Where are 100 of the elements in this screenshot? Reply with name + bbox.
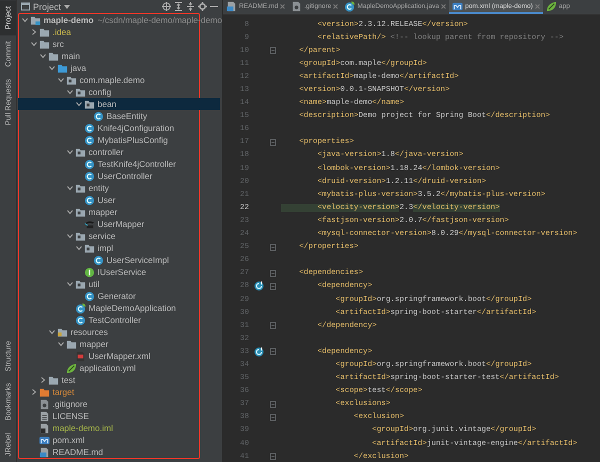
tree-row[interactable]: maple-demo.iml <box>18 422 220 434</box>
chevron-icon[interactable] <box>49 65 55 71</box>
tree-row[interactable]: util <box>18 278 220 290</box>
fold-marker-icon[interactable] <box>270 244 276 251</box>
tree-item-label: config <box>88 86 112 98</box>
class-icon <box>74 314 86 326</box>
class-icon <box>84 170 94 182</box>
tree-item-label: maple-demo.iml <box>52 422 113 434</box>
settings-icon[interactable] <box>198 2 207 11</box>
chevron-icon[interactable] <box>22 17 28 23</box>
tree-row[interactable]: pom.xml <box>18 434 220 446</box>
run-gutter-icon[interactable] <box>254 281 264 292</box>
class-icon <box>84 134 94 146</box>
fold-marker-icon[interactable] <box>270 138 276 146</box>
tree-row[interactable]: entity <box>18 182 220 194</box>
tree-row[interactable]: service <box>18 230 220 242</box>
chevron-icon[interactable] <box>31 389 37 395</box>
chevron-icon[interactable] <box>31 41 37 47</box>
tree-row[interactable]: mapper <box>18 206 220 218</box>
folder-icon <box>38 38 50 50</box>
tree-row[interactable]: UserController <box>18 170 220 182</box>
tree-row[interactable]: IUserService <box>18 266 220 278</box>
chevron-icon[interactable] <box>67 89 73 95</box>
maven-icon <box>38 434 50 446</box>
tree-row[interactable]: bean <box>18 98 220 110</box>
file-icon <box>38 410 50 422</box>
tree-item-label: target <box>52 386 74 398</box>
tree-item-label: UserController <box>98 170 152 182</box>
chevron-icon[interactable] <box>31 29 37 35</box>
tree-row[interactable]: .gitignore <box>18 398 220 410</box>
tree-row[interactable]: MybatisPlusConfig <box>18 134 220 146</box>
fold-marker-icon[interactable] <box>270 414 276 421</box>
tree-row[interactable]: java <box>18 62 220 74</box>
tree-row[interactable]: .idea <box>18 26 220 38</box>
collapse-all-icon[interactable] <box>186 2 195 11</box>
tree-item-label: Generator <box>98 290 136 302</box>
maven-icon <box>452 0 464 12</box>
fold-marker-icon[interactable] <box>270 400 276 408</box>
chevron-icon[interactable] <box>40 377 46 383</box>
fold-marker-icon[interactable] <box>270 348 276 356</box>
package-folder-icon <box>84 98 94 110</box>
chevron-icon[interactable] <box>67 281 73 287</box>
tree-row[interactable]: com.maple.demo <box>18 74 220 86</box>
chevron-icon[interactable] <box>67 185 73 191</box>
chevron-icon[interactable] <box>76 245 82 251</box>
fold-marker-icon[interactable] <box>270 270 276 277</box>
chevron-icon[interactable] <box>58 341 64 347</box>
tree-row[interactable]: UserServiceImpl <box>18 254 220 266</box>
caret-icon[interactable] <box>64 4 70 8</box>
tree-row[interactable]: Generator <box>18 290 220 302</box>
tree-row[interactable]: README.md <box>18 446 220 458</box>
markdown-file-icon <box>226 0 237 12</box>
chevron-icon[interactable] <box>49 329 55 335</box>
expand-all-icon[interactable] <box>174 2 183 11</box>
tree-item-label: UserMapper.xml <box>88 350 150 362</box>
chevron-icon[interactable] <box>58 77 64 83</box>
class-icon <box>84 194 94 206</box>
folder-icon <box>38 26 50 38</box>
tree-item-label: main <box>62 50 80 62</box>
tree-row[interactable]: UserMapper.xml <box>18 350 220 362</box>
chevron-icon[interactable] <box>67 209 73 215</box>
tree-row[interactable]: src <box>18 38 220 50</box>
package-folder-icon <box>74 206 86 218</box>
chevron-icon[interactable] <box>67 233 73 239</box>
tree-row[interactable]: Knife4jConfiguration <box>18 122 220 134</box>
tree-row[interactable]: target <box>18 386 220 398</box>
fold-marker-icon[interactable] <box>270 322 276 330</box>
run-gutter-icon[interactable] <box>254 346 264 357</box>
tree-row[interactable]: controller <box>18 146 220 158</box>
tree-row[interactable]: config <box>18 86 220 98</box>
tree-row[interactable]: LICENSE <box>18 410 220 422</box>
fold-marker-icon[interactable] <box>270 47 276 54</box>
tree-row[interactable]: TestKnife4jController <box>18 158 220 170</box>
fold-marker-icon[interactable] <box>270 282 276 290</box>
tree-row[interactable]: application.yml <box>18 362 220 374</box>
tree-item-label: controller <box>88 146 124 158</box>
chevron-icon[interactable] <box>76 101 82 107</box>
close-icon[interactable] <box>441 4 446 8</box>
chevron-icon[interactable] <box>40 53 46 59</box>
tree-row[interactable]: UserMapper <box>18 218 220 230</box>
tree-item-label: java <box>70 62 86 74</box>
tree-row[interactable]: mapper <box>18 338 220 350</box>
tree-row[interactable]: main <box>18 50 220 62</box>
chevron-icon[interactable] <box>67 149 73 155</box>
tree-row[interactable]: MapleDemoApplication <box>18 302 220 314</box>
tree-row[interactable]: test <box>18 374 220 386</box>
close-icon[interactable] <box>333 4 338 8</box>
folder-icon <box>48 374 58 386</box>
tree-row[interactable]: impl <box>18 242 220 254</box>
leaf-icon <box>66 362 76 374</box>
fold-marker-icon[interactable] <box>270 453 276 460</box>
tree-row[interactable]: TestController <box>18 314 220 326</box>
tree-item-label: resources <box>70 326 108 338</box>
close-icon[interactable] <box>280 4 286 8</box>
tree-row[interactable]: BaseEntity <box>18 110 220 122</box>
crosshair-icon[interactable] <box>162 2 171 11</box>
tree-row[interactable]: User <box>18 194 220 206</box>
tree-row[interactable]: resources <box>18 326 220 338</box>
panel-title[interactable]: Project <box>33 2 62 12</box>
class-icon <box>92 110 104 122</box>
